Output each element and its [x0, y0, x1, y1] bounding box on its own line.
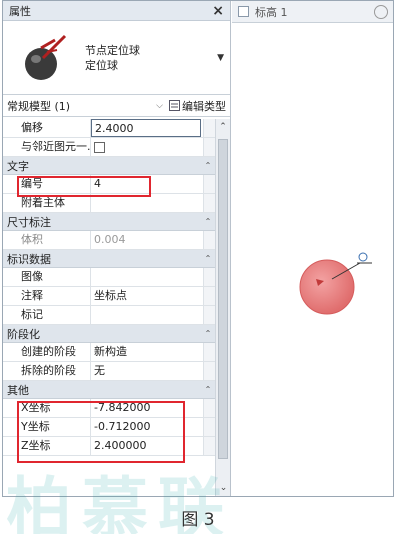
dropdown-arrow-icon[interactable]: ▼ — [217, 53, 224, 63]
row-z: Z坐标 2.400000 — [3, 437, 215, 456]
group-identity[interactable]: 标识数据 ⌃ — [3, 250, 215, 268]
instance-filter[interactable]: 常规模型 (1) — [7, 98, 156, 114]
offset-label: 偏移 — [3, 119, 91, 137]
row-x: X坐标 -7.842000 — [3, 399, 215, 418]
group-id-label: 标识数据 — [7, 252, 51, 266]
type-selector[interactable]: 节点定位球 定位球 ▼ — [3, 21, 230, 95]
phase-created-label: 创建的阶段 — [3, 343, 91, 361]
mark-value[interactable] — [91, 306, 203, 324]
type-family-name: 节点定位球 — [85, 43, 140, 57]
group-phasing[interactable]: 阶段化 ⌃ — [3, 325, 215, 343]
volume-label: 体积 — [3, 231, 91, 249]
volume-value: 0.004 — [94, 233, 126, 246]
properties-palette: 属性 × 节点定位球 定位球 ▼ 常规模型 (1) ⌵ 编辑类型 偏移 2.40… — [3, 1, 231, 496]
z-coord-value[interactable]: 2.400000 — [91, 437, 203, 455]
row-host: 附着主体 — [3, 194, 215, 213]
x-coord-label: X坐标 — [3, 399, 91, 417]
row-image: 图像 — [3, 268, 215, 287]
row-mark: 标记 — [3, 306, 215, 325]
chevron-down-icon[interactable]: ⌵ — [156, 101, 163, 111]
comments-value[interactable]: 坐标点 — [91, 287, 203, 305]
move-with-checkbox[interactable] — [94, 142, 105, 153]
palette-scrollbar[interactable]: ⌃ ⌄ — [215, 119, 230, 496]
group-dim-label: 尺寸标注 — [7, 215, 51, 229]
group-phase-label: 阶段化 — [7, 327, 40, 341]
group-other[interactable]: 其他 ⌃ — [3, 381, 215, 399]
view-settings-icon[interactable] — [374, 4, 388, 19]
row-comments: 注释 坐标点 — [3, 287, 215, 306]
close-icon[interactable]: × — [212, 3, 224, 19]
x-coord-value[interactable]: -7.842000 — [91, 399, 203, 417]
number-value[interactable]: 4 — [91, 175, 203, 193]
y-coord-label: Y坐标 — [3, 418, 91, 436]
model-sphere[interactable] — [232, 23, 394, 483]
collapse-icon[interactable]: ⌃ — [201, 329, 215, 338]
row-move-with: 与邻近图元一... — [3, 138, 215, 157]
group-text[interactable]: 文字 ⌃ — [3, 157, 215, 175]
collapse-icon[interactable]: ⌃ — [201, 161, 215, 170]
view-tab-label: 标高 1 — [255, 5, 288, 19]
view-icon — [238, 6, 249, 17]
group-other-label: 其他 — [7, 383, 29, 397]
comments-label: 注释 — [3, 287, 91, 305]
number-label: 编号 — [3, 175, 91, 193]
property-grid: 偏移 2.4000 与邻近图元一... 文字 ⌃ 编号 4 附着主体 尺寸标注 … — [3, 119, 215, 456]
mark-label: 标记 — [3, 306, 91, 324]
offset-input[interactable]: 2.4000 — [91, 119, 201, 137]
view-panel: 标高 1 — [232, 1, 394, 496]
phase-created-value[interactable]: 新构造 — [91, 343, 203, 361]
phase-demolished-value[interactable]: 无 — [91, 362, 203, 380]
edit-type-icon — [169, 100, 180, 111]
move-with-label: 与邻近图元一... — [3, 138, 91, 156]
scroll-thumb[interactable] — [218, 139, 228, 459]
y-coord-value[interactable]: -0.712000 — [91, 418, 203, 436]
z-coord-label: Z坐标 — [3, 437, 91, 455]
figure-caption: 图 3 — [181, 510, 215, 530]
collapse-icon[interactable]: ⌃ — [201, 254, 215, 263]
row-volume: 体积 0.004 — [3, 231, 215, 250]
sphere-thumbnail-icon — [15, 28, 73, 88]
scroll-up-icon[interactable]: ⌃ — [216, 119, 230, 135]
row-y: Y坐标 -0.712000 — [3, 418, 215, 437]
collapse-icon[interactable]: ⌃ — [201, 217, 215, 226]
row-number: 编号 4 — [3, 175, 215, 194]
host-label: 附着主体 — [3, 194, 91, 212]
image-label: 图像 — [3, 268, 91, 286]
collapse-icon[interactable]: ⌃ — [201, 385, 215, 394]
palette-title: 属性 — [9, 4, 31, 18]
image-value[interactable] — [91, 268, 203, 286]
row-phase-demolished: 拆除的阶段 无 — [3, 362, 215, 381]
view-tab[interactable]: 标高 1 — [232, 1, 393, 23]
edit-type-label: 编辑类型 — [182, 99, 226, 113]
phase-demolished-label: 拆除的阶段 — [3, 362, 91, 380]
edit-type-button[interactable]: 编辑类型 — [169, 98, 226, 114]
group-text-label: 文字 — [7, 159, 29, 173]
type-name: 定位球 — [85, 58, 118, 72]
revit-window: 属性 × 节点定位球 定位球 ▼ 常规模型 (1) ⌵ 编辑类型 偏移 2.40… — [2, 0, 394, 497]
instance-filter-row: 常规模型 (1) ⌵ 编辑类型 — [3, 95, 230, 117]
group-dimensions[interactable]: 尺寸标注 ⌃ — [3, 213, 215, 231]
host-value — [91, 194, 203, 212]
row-phase-created: 创建的阶段 新构造 — [3, 343, 215, 362]
row-offset: 偏移 2.4000 — [3, 119, 215, 138]
palette-titlebar: 属性 × — [3, 1, 230, 21]
